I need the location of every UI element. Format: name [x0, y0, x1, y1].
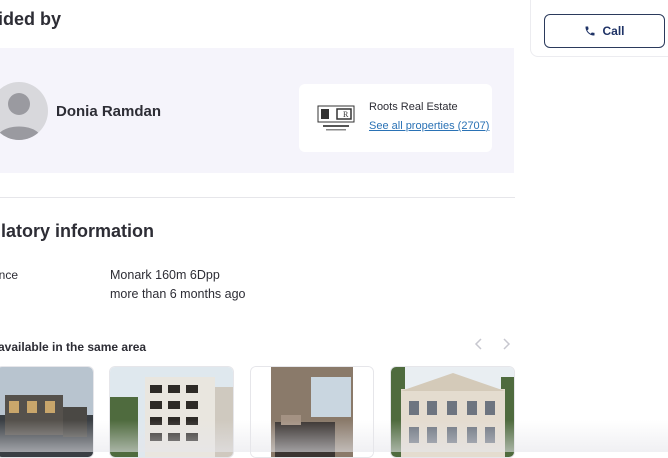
svg-text:R: R	[343, 110, 349, 119]
chevron-left-icon	[474, 338, 482, 350]
similar-properties-heading: available in the same area	[0, 340, 147, 354]
see-all-properties-link[interactable]: See all properties (2707)	[369, 120, 489, 132]
section-divider	[0, 197, 515, 198]
carousel-prev-button[interactable]	[471, 336, 487, 352]
regulatory-label: ence	[0, 268, 19, 282]
broker-name: Roots Real Estate	[369, 101, 458, 113]
provided-by-heading: vided by	[0, 9, 62, 29]
regulatory-heading: ulatory information	[0, 221, 155, 241]
phone-icon	[585, 26, 595, 36]
call-button-label: Call	[602, 24, 625, 38]
regulatory-value-2: more than 6 months ago	[110, 287, 246, 301]
broker-card[interactable]: R Roots Real Estate See all properties (…	[299, 84, 492, 152]
agent-name[interactable]: Donia Ramdan	[56, 103, 161, 120]
call-button[interactable]: Call	[544, 14, 665, 48]
regulatory-value-1: Monark 160m 6Dpp	[110, 268, 220, 282]
carousel-next-button[interactable]	[498, 336, 514, 352]
bottom-fade	[0, 420, 668, 452]
chevron-right-icon	[503, 338, 511, 350]
broker-logo-icon: R	[317, 105, 355, 131]
